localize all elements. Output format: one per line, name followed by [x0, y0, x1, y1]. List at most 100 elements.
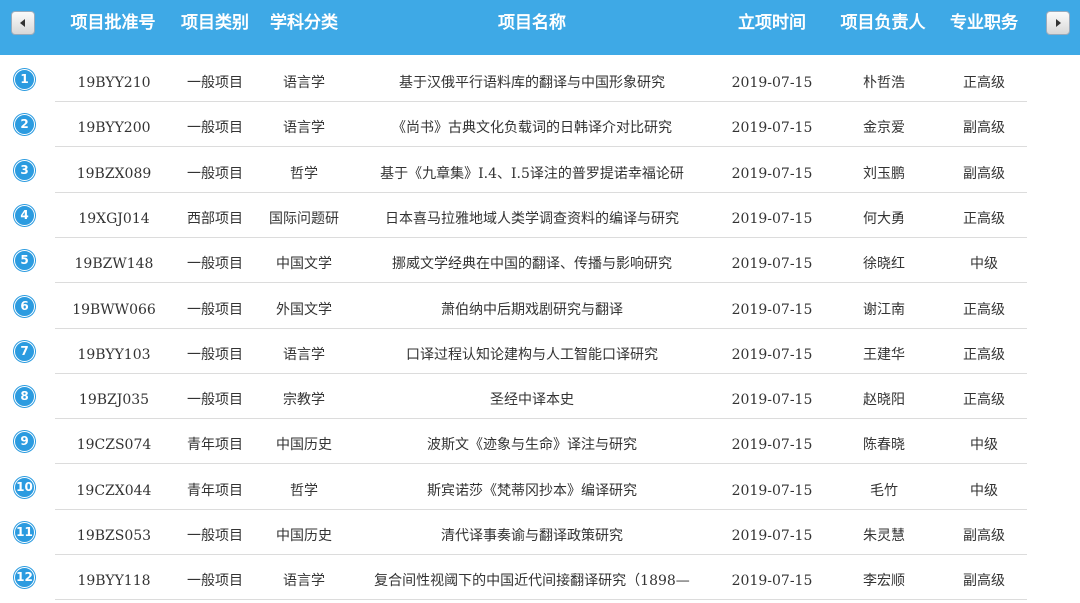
cell-project-leader: 朱灵慧 [863, 528, 905, 544]
cell-title: 正高级 [963, 210, 1005, 227]
table-row[interactable]: 9 19CZS074 青年项目 中国历史 波斯文《迹象与生命》译注与研究 2019-07-… [0, 419, 1080, 465]
cell-title: 中级 [970, 482, 998, 499]
cell-project-type: 一般项目 [187, 346, 243, 363]
cell-project-leader: 谢江南 [863, 301, 905, 318]
cell-project-leader: 朴哲浩 [863, 75, 905, 91]
row-number-badge: 2 [14, 114, 35, 136]
cell-title: 中级 [970, 256, 998, 273]
cell-project-type: 青年项目 [187, 482, 243, 499]
cell-approval-number: 19CZS074 [76, 437, 152, 454]
cell-discipline: 语言学 [283, 75, 325, 91]
row-number-badge: 4 [14, 204, 35, 226]
cell-project-leader: 徐晓红 [863, 256, 905, 273]
column-header-project-leader[interactable]: 项目负责人 [830, 0, 936, 46]
column-header-approval-date[interactable]: 立项时间 [722, 0, 822, 46]
table-row[interactable]: 12 19BYY118 一般项目 语言学 复合间性视阈下的中国近代间接翻译研究（1898… [0, 555, 1080, 601]
row-number-badge: 3 [14, 159, 35, 181]
cell-project-type: 一般项目 [187, 165, 243, 182]
cell-title: 正高级 [963, 301, 1005, 318]
cell-project-leader: 王建华 [863, 346, 905, 363]
cell-project-leader: 何大勇 [863, 210, 905, 227]
cell-title: 正高级 [963, 346, 1005, 363]
cell-approval-number: 19BYY200 [77, 120, 151, 137]
cell-approval-number: 19BZJ035 [78, 392, 150, 409]
cell-approval-number: 19BWW066 [72, 301, 156, 318]
cell-approval-number: 19BYY118 [77, 573, 151, 590]
table-header: 项目批准号 项目类别 学科分类 项目名称 立项时间 项目负责人 专业职务 [0, 0, 1080, 55]
table-row[interactable]: 4 19XGJ014 西部项目 国际问题研 日本喜马拉雅地域人类学调查资料的编译与研究 2… [0, 193, 1080, 238]
column-header-approval-number[interactable]: 项目批准号 [58, 0, 168, 46]
table-row[interactable]: 7 19BYY103 一般项目 语言学 口译过程认知论建构与人工智能口译研究 2019-0… [0, 329, 1080, 374]
table-row[interactable]: 10 19CZX044 青年项目 哲学 斯宾诺莎《梵蒂冈抄本》编译研究 2019-07-1… [0, 465, 1080, 510]
cell-discipline: 中国历史 [276, 528, 332, 544]
cell-approval-date: 2019-07-15 [731, 437, 813, 454]
cell-approval-date: 2019-07-15 [731, 75, 813, 91]
cell-project-leader: 赵晓阳 [863, 392, 905, 409]
cell-title: 副高级 [963, 120, 1005, 137]
row-number-badge: 1 [14, 69, 35, 90]
chevron-right-icon [1056, 19, 1061, 27]
cell-title: 中级 [970, 437, 998, 454]
cell-title: 正高级 [963, 75, 1005, 91]
cell-approval-number: 19BZS053 [76, 528, 152, 544]
cell-discipline: 中国历史 [276, 437, 332, 454]
cell-approval-date: 2019-07-15 [731, 482, 813, 499]
cell-approval-date: 2019-07-15 [731, 210, 813, 227]
row-number-badge: 12 [14, 567, 35, 589]
cell-approval-date: 2019-07-15 [731, 528, 813, 544]
table-row[interactable]: 11 19BZS053 一般项目 中国历史 清代译事奏谕与翻译政策研究 2019-07-1… [0, 510, 1080, 555]
cell-project-type: 一般项目 [187, 75, 243, 91]
cell-project-type: 一般项目 [187, 256, 243, 273]
cell-discipline: 中国文学 [276, 256, 332, 273]
cell-discipline: 宗教学 [283, 392, 325, 409]
cell-project-name: 《尚书》古典文化负载词的日韩译介对比研究 [392, 120, 672, 137]
row-number-badge: 9 [14, 431, 35, 453]
column-header-project-name[interactable]: 项目名称 [432, 0, 632, 46]
cell-approval-number: 19XGJ014 [78, 210, 150, 227]
scroll-left-button[interactable] [11, 11, 35, 35]
cell-approval-number: 19CZX044 [76, 482, 152, 499]
row-number-badge: 8 [14, 386, 35, 408]
cell-discipline: 国际问题研 [269, 210, 339, 227]
cell-discipline: 哲学 [290, 165, 318, 182]
cell-project-name: 圣经中译本史 [490, 392, 574, 409]
cell-discipline: 外国文学 [276, 301, 332, 318]
column-header-title[interactable]: 专业职务 [938, 0, 1030, 46]
column-header-discipline[interactable]: 学科分类 [258, 0, 350, 46]
table-row[interactable]: 2 19BYY200 一般项目 语言学 《尚书》古典文化负载词的日韩译介对比研究 2019… [0, 102, 1080, 148]
table-row[interactable]: 8 19BZJ035 一般项目 宗教学 圣经中译本史 2019-07-15 赵晓阳 正高级 [0, 374, 1080, 420]
cell-approval-date: 2019-07-15 [731, 120, 813, 137]
cell-title: 副高级 [963, 573, 1005, 590]
cell-title: 副高级 [963, 528, 1005, 544]
row-number-badge: 11 [14, 522, 35, 543]
table-row[interactable]: 6 19BWW066 一般项目 外国文学 萧伯纳中后期戏剧研究与翻译 2019-07-15… [0, 284, 1080, 329]
cell-project-name: 日本喜马拉雅地域人类学调查资料的编译与研究 [385, 210, 679, 227]
table-row[interactable]: 3 19BZX089 一般项目 哲学 基于《九章集》I.4、I.5译注的普罗提诺幸福论研… [0, 148, 1080, 193]
column-header-project-type[interactable]: 项目类别 [170, 0, 260, 46]
cell-project-name: 复合间性视阈下的中国近代间接翻译研究（1898— [374, 573, 690, 590]
cell-approval-number: 19BZX089 [76, 165, 152, 182]
cell-approval-number: 19BYY210 [77, 75, 151, 91]
cell-project-leader: 金京爱 [863, 120, 905, 137]
cell-approval-date: 2019-07-15 [731, 346, 813, 363]
cell-approval-date: 2019-07-15 [731, 392, 813, 409]
cell-project-name: 萧伯纳中后期戏剧研究与翻译 [441, 301, 623, 318]
cell-project-name: 波斯文《迹象与生命》译注与研究 [427, 437, 637, 454]
cell-project-name: 基于汉俄平行语料库的翻译与中国形象研究 [399, 75, 665, 91]
cell-title: 副高级 [963, 165, 1005, 182]
row-number-badge: 7 [14, 340, 35, 362]
cell-project-name: 斯宾诺莎《梵蒂冈抄本》编译研究 [427, 482, 637, 499]
row-number-badge: 5 [14, 250, 35, 272]
cell-approval-number: 19BZW148 [74, 256, 154, 273]
cell-project-name: 清代译事奏谕与翻译政策研究 [441, 528, 623, 544]
cell-discipline: 语言学 [283, 120, 325, 137]
chevron-left-icon [20, 19, 25, 27]
row-divider [55, 599, 1027, 601]
cell-approval-date: 2019-07-15 [731, 301, 813, 318]
cell-project-name: 挪威文学经典在中国的翻译、传播与影响研究 [392, 256, 672, 273]
cell-project-leader: 陈春晓 [863, 437, 905, 454]
cell-project-leader: 李宏顺 [863, 573, 905, 590]
table-row[interactable]: 5 19BZW148 一般项目 中国文学 挪威文学经典在中国的翻译、传播与影响研究 201… [0, 238, 1080, 284]
scroll-right-button[interactable] [1046, 11, 1070, 35]
table-row[interactable]: 1 19BYY210 一般项目 语言学 基于汉俄平行语料库的翻译与中国形象研究 2019-… [0, 57, 1080, 102]
